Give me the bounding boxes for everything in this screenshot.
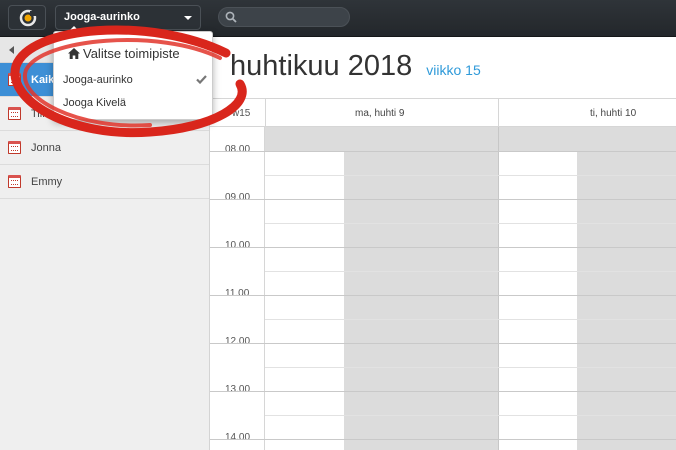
time-label: 13.00: [225, 384, 251, 395]
dropdown-header: Valitse toimipiste: [68, 46, 180, 61]
half-hour-line: [265, 271, 676, 272]
unavailable-slot-tuesday: [577, 151, 676, 450]
half-hour-line: [265, 319, 676, 320]
unavailable-slot-monday-early: [265, 127, 498, 151]
calendar-grid: 08.00 09.00 10.00 11.00 12.00 13.00 14.0…: [210, 127, 676, 450]
hour-line: [210, 199, 676, 200]
hour-line: [210, 439, 676, 440]
time-label: 08.00: [225, 144, 251, 155]
app-logo-button[interactable]: [8, 5, 46, 30]
dropdown-item-jooga-kivela[interactable]: Jooga Kivelä: [54, 93, 212, 113]
unavailable-slot-tuesday-early: [499, 127, 676, 151]
hour-line: [210, 247, 676, 248]
time-column: 08.00 09.00 10.00 11.00 12.00 13.00 14.0…: [210, 127, 265, 450]
dropdown-item-label: Jooga Kivelä: [63, 97, 126, 109]
half-hour-line: [265, 223, 676, 224]
hour-line: [210, 295, 676, 296]
header-divider: [498, 99, 499, 128]
location-dropdown-menu: Valitse toimipiste Jooga-aurinko Jooga K…: [53, 26, 213, 120]
dropdown-pointer: [68, 26, 80, 32]
day-header-tuesday[interactable]: ti, huhti 10: [590, 108, 636, 119]
dropdown-item-label: Jooga-aurinko: [63, 74, 133, 86]
header-divider: [265, 99, 266, 128]
sidebar-item-label: Tiina: [31, 108, 55, 120]
time-label: 14.00: [225, 432, 251, 443]
week-link[interactable]: viikko 15: [426, 62, 480, 78]
hour-line: [210, 343, 676, 344]
arrow-left-icon: [9, 46, 14, 54]
unavailable-slot-monday: [344, 151, 498, 450]
dropdown-item-jooga-aurinko[interactable]: Jooga-aurinko: [54, 70, 212, 90]
week-number-label: w15: [232, 108, 251, 119]
time-label: 12.00: [225, 336, 251, 347]
time-label: 09.00: [225, 192, 251, 203]
calendar-header: w15 ma, huhti 9 ti, huhti 10: [210, 98, 676, 128]
dropdown-header-label: Valitse toimipiste: [83, 46, 180, 61]
location-select-label: Jooga-aurinko: [64, 11, 140, 23]
caret-down-icon: [184, 16, 192, 20]
sidebar-item-label: Jonna: [31, 142, 61, 154]
search-input[interactable]: [218, 7, 350, 27]
check-icon: [196, 75, 207, 84]
sidebar-item-label: Emmy: [31, 176, 63, 188]
sidebar-item-emmy[interactable]: Emmy: [0, 165, 209, 199]
month-title: huhtikuu 2018: [230, 50, 413, 82]
search-icon: [225, 11, 237, 23]
logo-icon: [19, 9, 37, 27]
page-title: huhtikuu 2018 viikko 15: [230, 50, 481, 83]
calendar-icon: [8, 107, 21, 120]
hour-line: [210, 391, 676, 392]
time-label: 11.00: [225, 288, 250, 299]
calendar-icon: [8, 175, 21, 188]
day-header-monday[interactable]: ma, huhti 9: [355, 108, 404, 119]
calendar-icon: [8, 141, 21, 154]
calendar-icon: [8, 73, 21, 86]
time-label: 10.00: [225, 240, 251, 251]
hour-line: [210, 151, 676, 152]
half-hour-line: [265, 175, 676, 176]
half-hour-line: [265, 415, 676, 416]
sidebar-item-jonna[interactable]: Jonna: [0, 131, 209, 165]
home-icon: [68, 48, 80, 59]
half-hour-line: [265, 367, 676, 368]
